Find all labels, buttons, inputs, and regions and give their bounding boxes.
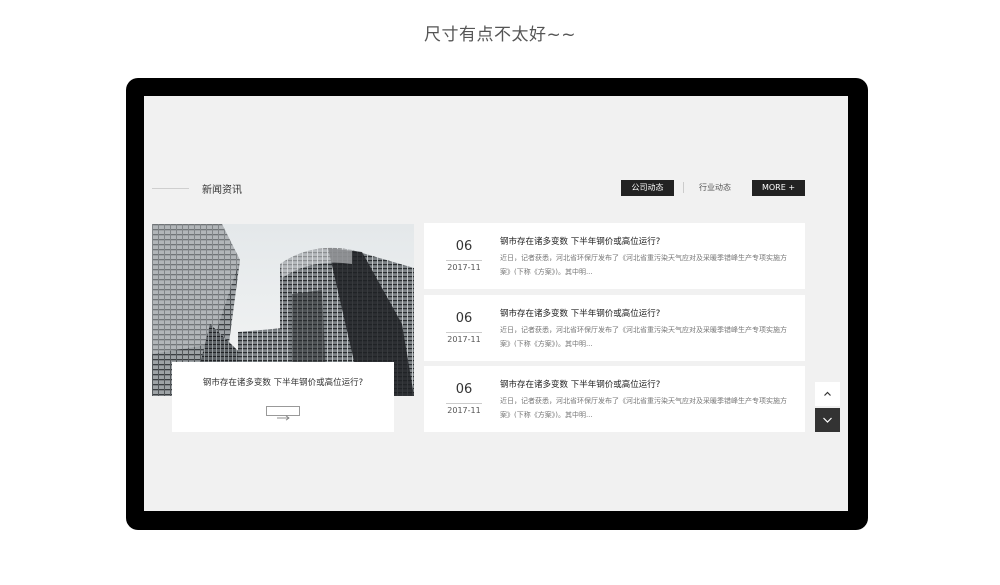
- news-title[interactable]: 钢市存在诸多变数 下半年钢价或高位运行?: [500, 378, 660, 390]
- news-date-year-month: 2017-11: [447, 406, 481, 415]
- news-title[interactable]: 钢市存在诸多变数 下半年钢价或高位运行?: [500, 307, 660, 319]
- section-title: 新闻资讯: [202, 185, 242, 196]
- news-date-year-month: 2017-11: [447, 263, 481, 272]
- page-caption: 尺寸有点不太好~~: [424, 25, 576, 45]
- news-title[interactable]: 钢市存在诸多变数 下半年钢价或高位运行?: [500, 235, 660, 247]
- news-item[interactable]: 06 2017-11 钢市存在诸多变数 下半年钢价或高位运行? 近日，记者获悉，…: [424, 223, 805, 289]
- screen: 新闻资讯 公司动态 行业动态 MORE + 钢市存在诸多变数 下半年钢价或高位运…: [144, 96, 848, 511]
- tab-company-news[interactable]: 公司动态: [621, 180, 674, 196]
- news-item[interactable]: 06 2017-11 钢市存在诸多变数 下半年钢价或高位运行? 近日，记者获悉，…: [424, 366, 805, 432]
- date-divider: [446, 332, 482, 333]
- news-summary: 近日，记者获悉，河北省环保厅发布了《河北省重污染天气应对及采暖季错峰生产专项实施…: [500, 326, 787, 348]
- feature-card[interactable]: 钢市存在诸多变数 下半年钢价或高位运行?: [172, 362, 394, 432]
- date-divider: [446, 403, 482, 404]
- arrow-right-icon[interactable]: [266, 406, 300, 421]
- tab-industry-news[interactable]: 行业动态: [690, 180, 740, 196]
- news-date-day: 06: [455, 382, 473, 397]
- more-button[interactable]: MORE +: [752, 180, 805, 196]
- news-summary: 近日，记者获悉，河北省环保厅发布了《河北省重污染天气应对及采暖季错峰生产专项实施…: [500, 397, 787, 419]
- news-date-day: 06: [455, 311, 473, 326]
- date-divider: [446, 260, 482, 261]
- feature-title[interactable]: 钢市存在诸多变数 下半年钢价或高位运行?: [172, 376, 394, 388]
- scroll-up-button[interactable]: [815, 382, 840, 406]
- news-date-day: 06: [455, 239, 473, 254]
- news-date-year-month: 2017-11: [447, 335, 481, 344]
- monitor-frame: 新闻资讯 公司动态 行业动态 MORE + 钢市存在诸多变数 下半年钢价或高位运…: [126, 78, 868, 530]
- scroll-down-button[interactable]: [815, 408, 840, 432]
- tab-separator: [683, 182, 684, 193]
- chevron-down-icon: [823, 417, 832, 423]
- section-title-line: [152, 188, 189, 189]
- chevron-up-icon: [824, 391, 831, 396]
- news-summary: 近日，记者获悉，河北省环保厅发布了《河北省重污染天气应对及采暖季错峰生产专项实施…: [500, 254, 787, 276]
- news-item[interactable]: 06 2017-11 钢市存在诸多变数 下半年钢价或高位运行? 近日，记者获悉，…: [424, 295, 805, 361]
